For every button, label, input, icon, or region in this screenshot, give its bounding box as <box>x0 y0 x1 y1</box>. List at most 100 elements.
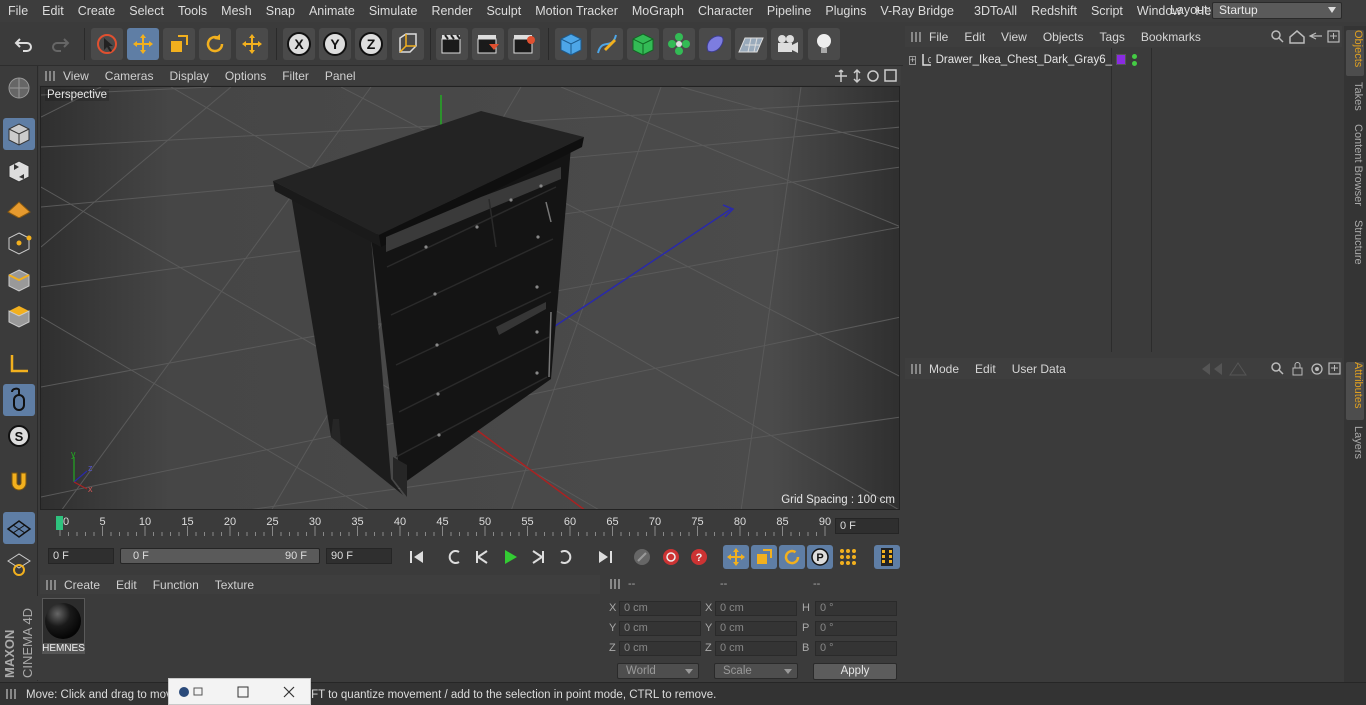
menu-mograph[interactable]: MoGraph <box>624 4 690 18</box>
coord-field[interactable]: 0 ° <box>815 621 897 636</box>
viewport-menu-options[interactable]: Options <box>217 69 274 83</box>
polygons-mode-icon[interactable] <box>3 300 35 332</box>
menu-character[interactable]: Character <box>690 4 759 18</box>
subdivision-icon[interactable] <box>627 28 659 60</box>
coord-field[interactable]: 0 ° <box>815 641 897 656</box>
auto-keying-icon[interactable] <box>658 545 684 569</box>
go-to-start-icon[interactable] <box>404 545 430 569</box>
coord-field[interactable]: 0 cm <box>715 641 797 656</box>
menu-sculpt[interactable]: Sculpt <box>478 4 527 18</box>
deformer-icon[interactable] <box>699 28 731 60</box>
floor-icon[interactable] <box>735 28 767 60</box>
attribute-menu-mode[interactable]: Mode <box>921 362 967 376</box>
material-menu-function[interactable]: Function <box>145 578 207 592</box>
viewport-menu-panel[interactable]: Panel <box>317 69 364 83</box>
drag-handle-icon[interactable] <box>911 363 921 374</box>
menu-plugins[interactable]: Plugins <box>817 4 872 18</box>
frame-range-slider[interactable]: 0 F 90 F <box>120 548 320 564</box>
menu-render[interactable]: Render <box>423 4 478 18</box>
snap-magnet-icon[interactable] <box>3 466 35 498</box>
key-position-icon[interactable] <box>723 545 749 569</box>
object-menu-edit[interactable]: Edit <box>956 30 993 44</box>
layout-dropdown[interactable]: Startup <box>1212 2 1342 19</box>
menu-script[interactable]: Script <box>1083 4 1129 18</box>
go-to-end-icon[interactable] <box>592 545 618 569</box>
menu-redshift[interactable]: Redshift <box>1023 4 1083 18</box>
coord-field[interactable]: 0 cm <box>715 621 797 636</box>
edges-mode-icon[interactable] <box>3 264 35 296</box>
material-menu-create[interactable]: Create <box>56 578 108 592</box>
solo-icon[interactable]: S <box>3 420 35 452</box>
coord-field[interactable]: 0 cm <box>619 621 701 636</box>
drag-handle-icon[interactable] <box>911 31 921 42</box>
timeline-window-icon[interactable] <box>874 545 900 569</box>
recent-tool-icon[interactable] <box>236 28 268 60</box>
record-keys-icon[interactable] <box>629 545 655 569</box>
menu-edit[interactable]: Edit <box>34 4 70 18</box>
scale-icon[interactable] <box>163 28 195 60</box>
play-icon[interactable] <box>497 545 523 569</box>
light-icon[interactable] <box>808 28 840 60</box>
attribute-manager-tools[interactable] <box>1200 361 1342 377</box>
menu-motion-tracker[interactable]: Motion Tracker <box>527 4 624 18</box>
texture-mode-icon[interactable] <box>3 155 35 187</box>
viewport-menu-filter[interactable]: Filter <box>274 69 317 83</box>
end-frame-field[interactable]: 90 F <box>326 548 392 564</box>
drag-handle-icon[interactable] <box>45 70 55 81</box>
object-menu-bookmarks[interactable]: Bookmarks <box>1133 30 1209 44</box>
cloner-icon[interactable] <box>663 28 695 60</box>
coord-field[interactable]: 0 cm <box>619 641 701 656</box>
menu-create[interactable]: Create <box>70 4 122 18</box>
move-icon[interactable] <box>127 28 159 60</box>
floating-minimized-window[interactable] <box>168 678 311 705</box>
undo-icon[interactable] <box>8 28 40 60</box>
tweak-mode-icon[interactable] <box>3 384 35 416</box>
tab-objects[interactable]: Objects <box>1346 30 1364 76</box>
size-mode-dropdown[interactable]: Scale <box>714 663 798 679</box>
viewport-nav-icons[interactable] <box>834 68 898 84</box>
menu-v-ray-bridge[interactable]: V-Ray Bridge <box>872 4 960 18</box>
coord-field[interactable]: 0 cm <box>715 601 797 616</box>
locked-workplane-icon[interactable] <box>3 548 35 580</box>
menu-simulate[interactable]: Simulate <box>361 4 424 18</box>
attribute-menu-user-data[interactable]: User Data <box>1004 362 1074 376</box>
points-mode-icon[interactable] <box>3 227 35 259</box>
menu-file[interactable]: File <box>0 4 34 18</box>
object-menu-view[interactable]: View <box>993 30 1035 44</box>
start-frame-field[interactable]: 0 F <box>48 548 114 564</box>
model-mode-icon[interactable] <box>3 72 35 104</box>
y-axis-icon[interactable]: Y <box>319 28 351 60</box>
next-key-icon[interactable] <box>553 545 579 569</box>
material-menu-edit[interactable]: Edit <box>108 578 145 592</box>
camera-icon[interactable] <box>771 28 803 60</box>
pen-icon[interactable] <box>591 28 623 60</box>
coord-field[interactable]: 0 cm <box>619 601 701 616</box>
menu-snap[interactable]: Snap <box>258 4 301 18</box>
viewport-menu-view[interactable]: View <box>55 69 97 83</box>
timeline-ruler[interactable]: 0 5 10 15 20 25 30 35 40 45 50 55 60 65 70 75 80 85 90 <box>40 512 902 542</box>
material-tag-icon[interactable] <box>1116 54 1126 65</box>
apply-button[interactable]: Apply <box>813 663 897 680</box>
key-parameter-icon[interactable]: P <box>807 545 833 569</box>
menu-select[interactable]: Select <box>121 4 170 18</box>
rotate-icon[interactable] <box>199 28 231 60</box>
key-pla-icon[interactable] <box>835 545 861 569</box>
tab-attributes[interactable]: Attributes <box>1346 362 1364 420</box>
previous-frame-icon[interactable] <box>469 545 495 569</box>
current-frame-field[interactable]: 0 F <box>835 518 899 534</box>
redo-icon[interactable] <box>44 28 76 60</box>
key-rotation-icon[interactable] <box>779 545 805 569</box>
material-menu-texture[interactable]: Texture <box>207 578 262 592</box>
world-coordinates-icon[interactable] <box>392 28 424 60</box>
menu-tools[interactable]: Tools <box>170 4 213 18</box>
expand-icon[interactable]: + <box>909 55 917 65</box>
object-manager-tools[interactable] <box>1270 29 1342 45</box>
z-axis-icon[interactable]: Z <box>355 28 387 60</box>
tab-content-browser[interactable]: Content Browser <box>1346 124 1364 212</box>
model-icon[interactable] <box>3 118 35 150</box>
drag-handle-icon[interactable] <box>46 579 56 590</box>
object-menu-objects[interactable]: Objects <box>1035 30 1092 44</box>
tab-layers[interactable]: Layers <box>1346 426 1364 462</box>
object-menu-file[interactable]: File <box>921 30 956 44</box>
menu-mesh[interactable]: Mesh <box>213 4 258 18</box>
